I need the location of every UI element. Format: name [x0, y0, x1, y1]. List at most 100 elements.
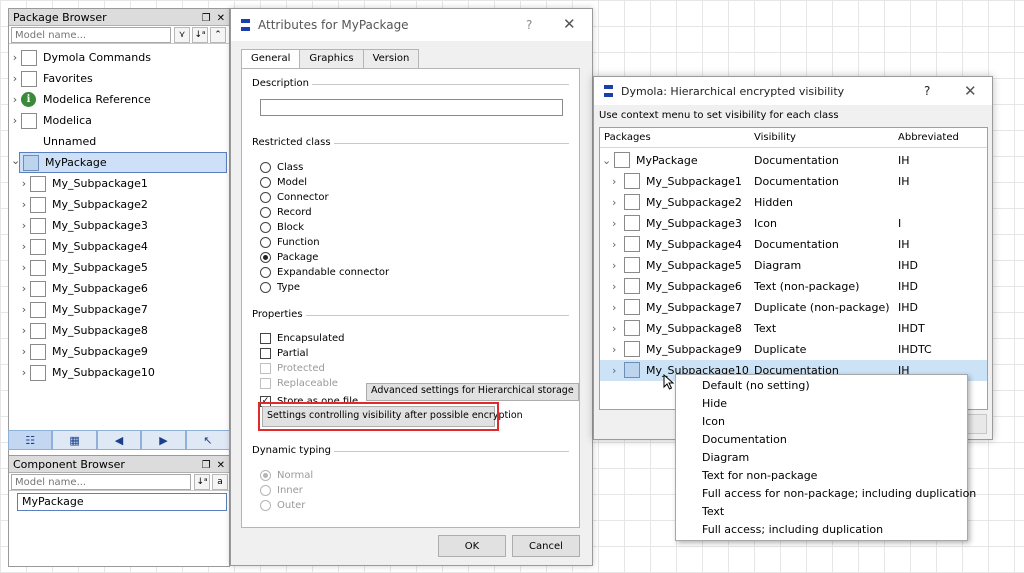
visibility-row[interactable]: › My_Subpackage5 Diagram IHD — [600, 255, 987, 276]
forward-arrow-icon[interactable]: ▶ — [141, 430, 186, 450]
chevron-right-icon[interactable]: › — [612, 259, 616, 272]
chevron-right-icon[interactable]: › — [612, 196, 616, 209]
context-menu-item[interactable]: Full access for non-package; including d… — [702, 487, 976, 505]
chevron-down-icon[interactable]: ⌄ — [11, 154, 20, 167]
context-menu-item[interactable]: Default (no setting) — [702, 379, 810, 397]
chevron-right-icon[interactable]: › — [18, 240, 30, 253]
back-arrow-icon[interactable]: ◀ — [96, 430, 142, 450]
chevron-right-icon[interactable]: › — [612, 301, 616, 314]
visibility-row[interactable]: › My_Subpackage4 Documentation IH — [600, 234, 987, 255]
restricted-class-radio[interactable]: Record — [260, 205, 312, 220]
ok-button[interactable]: OK — [438, 535, 506, 557]
property-checkbox-row[interactable]: Encapsulated — [260, 331, 345, 346]
package-tree-item[interactable]: MyPackage — [19, 152, 227, 173]
radio-button[interactable] — [260, 500, 271, 511]
restricted-class-radio[interactable]: Connector — [260, 190, 329, 205]
chevron-right-icon[interactable]: › — [9, 72, 21, 85]
restricted-class-radio[interactable]: Model — [260, 175, 307, 190]
subpackage-tree-item[interactable]: › My_Subpackage8 — [18, 320, 238, 341]
package-tree-item[interactable]: › Dymola Commands — [9, 47, 229, 68]
chevron-right-icon[interactable]: › — [18, 324, 30, 337]
float-icon[interactable]: ❐ — [202, 460, 211, 471]
visibility-row[interactable]: › My_Subpackage1 Documentation IH — [600, 171, 987, 192]
package-search-input[interactable] — [11, 27, 171, 43]
property-checkbox-row[interactable]: Protected — [260, 361, 325, 376]
column-header-abbreviated[interactable]: Abbreviated — [898, 132, 959, 143]
package-tree-item[interactable]: › Favorites — [9, 68, 229, 89]
dynamic-typing-radio[interactable]: Inner — [260, 483, 303, 498]
restricted-class-radio[interactable]: Expandable connector — [260, 265, 389, 280]
package-tree-item[interactable]: › i Modelica Reference — [9, 89, 229, 110]
visibility-row[interactable]: › My_Subpackage7 Duplicate (non-package) IH… — [600, 297, 987, 318]
tab-general[interactable]: General — [241, 49, 301, 69]
radio-button[interactable] — [260, 192, 271, 203]
chevron-right-icon[interactable]: › — [9, 114, 21, 127]
restricted-class-radio[interactable]: Class — [260, 160, 303, 175]
package-tree-item[interactable]: › Modelica — [9, 110, 229, 131]
chevron-right-icon[interactable]: › — [612, 280, 616, 293]
component-search-input[interactable] — [11, 474, 191, 490]
subpackage-tree-item[interactable]: › My_Subpackage5 — [18, 257, 238, 278]
tab-graphics[interactable]: Graphics — [299, 49, 364, 69]
chevron-down-icon[interactable]: ⌄ — [602, 154, 611, 167]
chevron-right-icon[interactable]: › — [612, 217, 616, 230]
chevron-right-icon[interactable]: › — [18, 198, 30, 211]
help-icon[interactable]: ? — [526, 18, 532, 32]
subpackage-tree-item[interactable]: › My_Subpackage7 — [18, 299, 238, 320]
close-icon[interactable]: ✕ — [563, 15, 576, 33]
sort-icon[interactable]: ↓ᵃ — [192, 27, 208, 43]
chevron-right-icon[interactable]: › — [18, 219, 30, 232]
subpackage-tree-item[interactable]: › My_Subpackage6 — [18, 278, 238, 299]
tree-view-icon[interactable]: ☷ — [8, 430, 53, 450]
visibility-row[interactable]: › My_Subpackage9 Duplicate IHDTC — [600, 339, 987, 360]
property-checkbox-row[interactable]: Partial — [260, 346, 308, 361]
context-menu-item[interactable]: Documentation — [702, 433, 787, 451]
radio-button[interactable] — [260, 222, 271, 233]
radio-button[interactable] — [260, 162, 271, 173]
chevron-right-icon[interactable]: › — [18, 345, 30, 358]
chevron-right-icon[interactable]: › — [9, 93, 21, 106]
help-icon[interactable]: ? — [924, 84, 930, 98]
sort-icon[interactable]: ↓ᵃ — [194, 474, 210, 490]
dynamic-typing-radio[interactable]: Normal — [260, 468, 313, 483]
column-header-visibility[interactable]: Visibility — [754, 132, 796, 143]
context-menu-item[interactable]: Hide — [702, 397, 727, 415]
close-icon[interactable]: ✕ — [217, 460, 225, 471]
context-menu-item[interactable]: Text — [702, 505, 724, 523]
grid-view-icon[interactable]: ▦ — [52, 430, 97, 450]
property-checkbox-row[interactable]: Replaceable — [260, 376, 338, 391]
subpackage-tree-item[interactable]: › My_Subpackage10 — [18, 362, 238, 383]
restricted-class-radio[interactable]: Block — [260, 220, 304, 235]
context-menu-item[interactable]: Full access; including duplication — [702, 523, 883, 541]
checkbox[interactable] — [260, 348, 271, 359]
chevron-right-icon[interactable]: › — [612, 343, 616, 356]
column-header-packages[interactable]: Packages — [604, 132, 651, 143]
chevron-right-icon[interactable]: › — [612, 175, 616, 188]
checkbox[interactable] — [260, 363, 271, 374]
checkbox[interactable] — [260, 378, 271, 389]
visibility-row[interactable]: ⌄ MyPackage Documentation IH — [600, 150, 987, 171]
visibility-row[interactable]: › My_Subpackage8 Text IHDT — [600, 318, 987, 339]
context-menu-item[interactable]: Diagram — [702, 451, 749, 469]
tab-version[interactable]: Version — [362, 49, 420, 69]
radio-button[interactable] — [260, 282, 271, 293]
subpackage-tree-item[interactable]: › My_Subpackage4 — [18, 236, 238, 257]
chevron-right-icon[interactable]: › — [9, 51, 21, 64]
description-input[interactable] — [260, 99, 563, 116]
filter-a-icon[interactable]: a — [212, 474, 228, 490]
restricted-class-radio[interactable]: Type — [260, 280, 300, 295]
collapse-icon[interactable]: ⌃ — [210, 27, 226, 43]
up-arrow-icon[interactable]: ↖ — [185, 430, 231, 450]
context-menu-item[interactable]: Icon — [702, 415, 725, 433]
subpackage-tree-item[interactable]: › My_Subpackage2 — [18, 194, 238, 215]
context-menu-item[interactable]: Text for non-package — [702, 469, 817, 487]
radio-button[interactable] — [260, 237, 271, 248]
visibility-row[interactable]: › My_Subpackage2 Hidden — [600, 192, 987, 213]
radio-button[interactable] — [260, 267, 271, 278]
radio-button[interactable] — [260, 485, 271, 496]
package-tree-item[interactable]: Unnamed — [9, 131, 229, 152]
restricted-class-radio[interactable]: Package — [260, 250, 318, 265]
checkbox[interactable] — [260, 333, 271, 344]
chevron-right-icon[interactable]: › — [612, 364, 616, 377]
visibility-row[interactable]: › My_Subpackage3 Icon I — [600, 213, 987, 234]
